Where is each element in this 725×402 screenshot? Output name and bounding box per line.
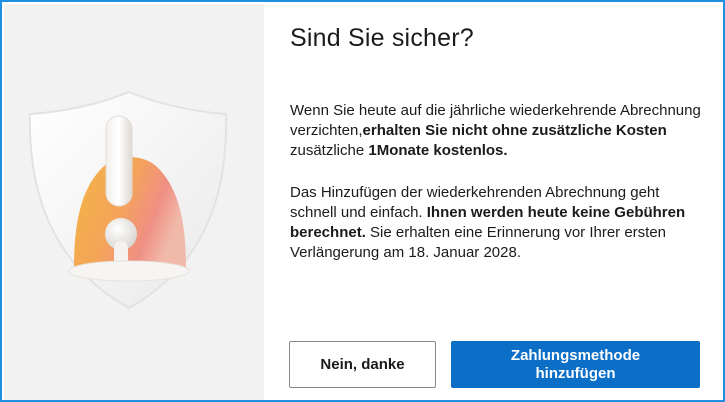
illustration-pane xyxy=(4,4,264,400)
billing-info-emphasis: erhalten Sie nicht ohne zusätzliche Kost… xyxy=(362,122,667,139)
free-months-emphasis: 1Monate kostenlos. xyxy=(368,142,508,159)
dialog-title: Sind Sie sicher? xyxy=(290,24,474,52)
recurring-billing-paragraph: Das Hinzufügen der wiederkehrenden Abrec… xyxy=(290,183,710,263)
billing-info-text-2: zusätzliche xyxy=(290,142,369,159)
decline-button[interactable]: Nein, danke xyxy=(289,341,436,388)
add-payment-method-button[interactable]: Zahlungsmethode hinzufügen xyxy=(451,341,700,388)
billing-info-paragraph: Wenn Sie heute auf die jährliche wiederk… xyxy=(290,101,710,161)
confirmation-dialog: Sind Sie sicher? Wenn Sie heute auf die … xyxy=(0,0,725,402)
shield-bell-icon xyxy=(28,90,228,310)
